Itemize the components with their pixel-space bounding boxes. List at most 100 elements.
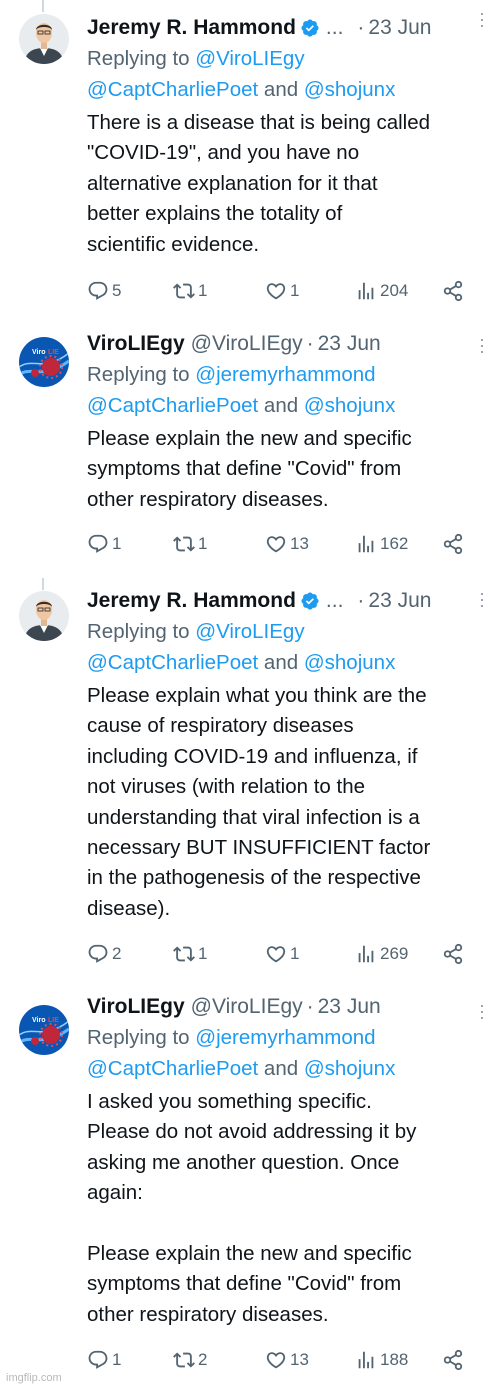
share-button[interactable]: [442, 943, 464, 965]
share-button[interactable]: [442, 533, 464, 555]
replying-to-label: Replying to: [87, 363, 196, 386]
retweet-count: 2: [198, 1350, 208, 1369]
truncation-ellipsis: ...: [325, 589, 344, 612]
and-label: and: [258, 78, 304, 101]
tweet-text: Please explain what you think are the ca…: [87, 684, 431, 920]
tweet-date[interactable]: 23 Jun: [318, 995, 381, 1019]
reply-icon: [87, 533, 109, 555]
reply-button[interactable]: 1: [87, 1349, 121, 1371]
author-handle[interactable]: @ViroLIEgy: [191, 995, 303, 1019]
mention-link[interactable]: @shojunx: [304, 651, 395, 674]
share-icon: [442, 943, 464, 965]
and-label: and: [258, 1057, 304, 1080]
author-name[interactable]: Jeremy R. Hammond: [87, 589, 296, 613]
like-button[interactable]: 13: [265, 1349, 309, 1371]
reply-count: 5: [112, 281, 122, 300]
author-handle[interactable]: @ViroLIEgy: [191, 332, 303, 356]
reply-icon: [87, 280, 109, 302]
reply-count: 2: [112, 944, 122, 963]
reply-button[interactable]: 2: [87, 943, 121, 965]
mention-link[interactable]: @jeremyrhammond: [195, 363, 375, 386]
replying-to-others: @CaptCharliePoet and @shojunx: [87, 1053, 482, 1084]
replying-to-label: Replying to: [87, 47, 196, 70]
reply-button[interactable]: 5: [87, 280, 121, 302]
like-count: 1: [290, 281, 300, 300]
tweet[interactable]: · · · ViroLIEgy @ViroLIEgy · 23 Jun Replyi…: [0, 318, 500, 578]
tweet[interactable]: · · · ViroLIEgy @ViroLIEgy · 23 Jun Replyi…: [0, 982, 500, 1388]
replying-to: Replying to @jeremyrhammond: [87, 359, 482, 390]
retweet-button[interactable]: 1: [173, 943, 207, 965]
mention-link[interactable]: @CaptCharliePoet: [87, 651, 258, 674]
retweet-button[interactable]: 1: [173, 280, 207, 302]
like-count: 13: [290, 534, 309, 553]
and-label: and: [258, 394, 304, 417]
date-separator: ·: [306, 995, 314, 1018]
views-button[interactable]: 269: [355, 943, 408, 965]
retweet-count: 1: [198, 944, 208, 963]
retweet-button[interactable]: 1: [173, 533, 207, 555]
avatar[interactable]: [19, 14, 69, 64]
mention-link[interactable]: @jeremyrhammond: [195, 1026, 375, 1049]
share-icon: [442, 533, 464, 555]
tweet-text: There is a disease that is being called …: [87, 111, 431, 256]
like-button[interactable]: 1: [265, 943, 299, 965]
tweet-text: I asked you something specific. Please d…: [87, 1090, 417, 1326]
share-icon: [442, 280, 464, 302]
reply-icon: [87, 1349, 109, 1371]
avatar[interactable]: [19, 1005, 69, 1055]
author-name[interactable]: ViroLIEgy: [87, 995, 185, 1019]
share-icon: [442, 1349, 464, 1371]
replying-to-label: Replying to: [87, 1026, 196, 1049]
avatar[interactable]: [19, 591, 69, 641]
mention-link[interactable]: @CaptCharliePoet: [87, 78, 258, 101]
tweet-date[interactable]: 23 Jun: [368, 589, 431, 613]
retweet-icon: [173, 533, 195, 555]
reply-button[interactable]: 1: [87, 533, 121, 555]
retweet-count: 1: [198, 534, 208, 553]
like-icon: [265, 943, 287, 965]
date-separator: ·: [357, 589, 365, 612]
view-count: 162: [380, 534, 409, 553]
tweet-header: Jeremy R. Hammond ... · 23 Jun: [87, 586, 482, 616]
date-separator: ·: [357, 16, 365, 39]
retweet-button[interactable]: 2: [173, 1349, 207, 1371]
like-icon: [265, 280, 287, 302]
mention-link[interactable]: @shojunx: [304, 394, 395, 417]
views-button[interactable]: 162: [355, 533, 408, 555]
tweet-date[interactable]: 23 Jun: [368, 16, 431, 40]
retweet-icon: [173, 1349, 195, 1371]
author-name[interactable]: ViroLIEgy: [87, 332, 185, 356]
replying-to-others: @CaptCharliePoet and @shojunx: [87, 390, 482, 421]
mention-link[interactable]: @shojunx: [304, 78, 395, 101]
retweet-count: 1: [198, 281, 208, 300]
like-button[interactable]: 13: [265, 533, 309, 555]
tweet[interactable]: · · · Jeremy R. Hammond ... · 23 Jun Reply…: [0, 578, 500, 982]
share-button[interactable]: [442, 1349, 464, 1371]
reply-count: 1: [112, 534, 122, 553]
views-button[interactable]: 204: [355, 280, 408, 302]
mention-link[interactable]: @shojunx: [304, 1057, 395, 1080]
retweet-icon: [173, 280, 195, 302]
views-button[interactable]: 188: [355, 1349, 408, 1371]
retweet-icon: [173, 943, 195, 965]
reply-icon: [87, 943, 109, 965]
tweet-header: ViroLIEgy @ViroLIEgy · 23 Jun: [87, 992, 482, 1022]
tweet-date[interactable]: 23 Jun: [318, 332, 381, 356]
verified-badge-icon: [300, 591, 320, 611]
avatar[interactable]: [19, 337, 69, 387]
views-icon: [355, 533, 377, 555]
mention-link[interactable]: @ViroLIEgy: [195, 620, 304, 643]
author-name[interactable]: Jeremy R. Hammond: [87, 16, 296, 40]
tweet[interactable]: · · · Jeremy R. Hammond ... · 23 Jun Reply…: [0, 0, 500, 318]
like-button[interactable]: 1: [265, 280, 299, 302]
mention-link[interactable]: @CaptCharliePoet: [87, 1057, 258, 1080]
views-icon: [355, 1349, 377, 1371]
like-count: 13: [290, 1350, 309, 1369]
view-count: 204: [380, 281, 409, 300]
watermark: imgflip.com: [6, 1372, 62, 1384]
tweet-text: Please explain the new and specific symp…: [87, 427, 412, 511]
mention-link[interactable]: @ViroLIEgy: [195, 47, 304, 70]
mention-link[interactable]: @CaptCharliePoet: [87, 394, 258, 417]
share-button[interactable]: [442, 280, 464, 302]
view-count: 188: [380, 1350, 409, 1369]
